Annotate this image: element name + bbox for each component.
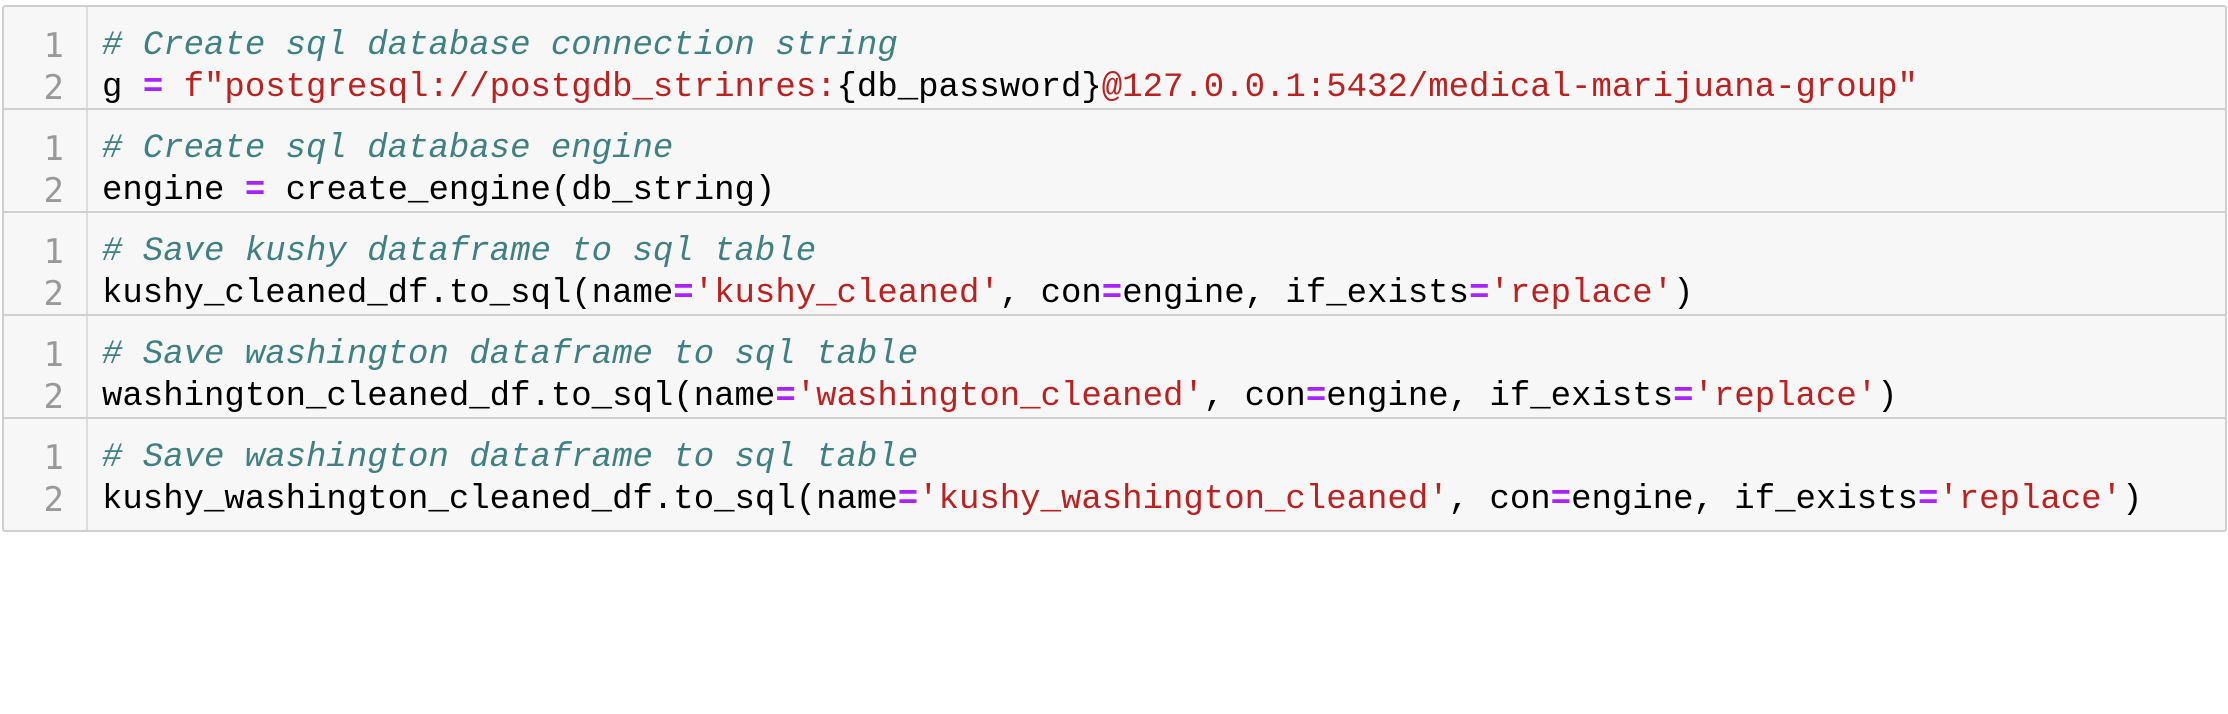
- code-line[interactable]: g = f"postgresql://postgdb_strinres:{db_…: [102, 67, 1918, 109]
- line-number: 1: [43, 26, 64, 66]
- code-line[interactable]: # Save washington dataframe to sql table: [102, 334, 918, 376]
- code-token: engine, if_exists: [1326, 378, 1674, 416]
- string-token: 'kushy_washington_cleaned': [918, 481, 1449, 519]
- line-number: 1: [43, 335, 64, 375]
- comment-token: # Create sql database connection string: [102, 27, 898, 65]
- string-token: @127.0.0.1:5432/medical-marijuana-group": [1101, 69, 1918, 107]
- code-cell[interactable]: 1 2 # Create sql database engine engine = c…: [2, 108, 2227, 223]
- line-number-gutter: 12: [4, 110, 88, 221]
- notebook: 1 2 # Create sql database connection strin…: [0, 0, 2228, 714]
- line-number: 1: [43, 232, 64, 272]
- line-number: 2: [43, 377, 64, 417]
- code-token: create_engine(db_string): [265, 172, 776, 210]
- code-line[interactable]: # Create sql database engine: [102, 128, 673, 170]
- operator-token: =: [897, 481, 919, 519]
- line-number: 2: [43, 68, 64, 108]
- code-token: kushy_washington_cleaned_df.to_sql(name: [102, 481, 898, 519]
- code-token: washington_cleaned_df.to_sql(name: [102, 378, 776, 416]
- operator-token: =: [1550, 481, 1572, 519]
- code-cell[interactable]: 1 2 # Save washington dataframe to sql tab…: [2, 417, 2227, 532]
- code-line[interactable]: washington_cleaned_df.to_sql(name='washi…: [102, 376, 1898, 418]
- code-cell[interactable]: 1 2 # Save kushy dataframe to sql table kus…: [2, 211, 2227, 326]
- comment-token: # Create sql database engine: [102, 130, 674, 168]
- code-cell[interactable]: 1 2 # Save washington dataframe to sql tab…: [2, 314, 2227, 429]
- code-token: , con: [1448, 481, 1551, 519]
- operator-token: =: [244, 172, 266, 210]
- comment-token: # Save washington dataframe to sql table: [102, 336, 919, 374]
- operator-token: =: [775, 378, 796, 416]
- string-token: f"postgresql://postgdb_strinres:: [183, 69, 837, 107]
- operator-token: =: [1917, 481, 1939, 519]
- line-number-gutter: 12: [4, 316, 88, 427]
- comment-token: # Save kushy dataframe to sql table: [102, 233, 817, 271]
- line-number-gutter: 12: [4, 419, 88, 530]
- code-token: , con: [1203, 378, 1306, 416]
- code-token: , con: [999, 275, 1102, 313]
- code-line[interactable]: kushy_washington_cleaned_df.to_sql(name=…: [102, 479, 2142, 521]
- code-cell[interactable]: 1 2 # Create sql database connection strin…: [2, 5, 2227, 120]
- code-token: kushy_cleaned_df.to_sql(name: [102, 275, 674, 313]
- string-token: 'washington_cleaned': [795, 378, 1204, 416]
- string-token: 'kushy_cleaned': [693, 275, 1000, 313]
- line-number-gutter: 12: [4, 7, 88, 118]
- operator-token: =: [1469, 275, 1490, 313]
- line-number: 2: [43, 480, 64, 520]
- interpolation-token: {db_password}: [836, 69, 1102, 107]
- code-line[interactable]: engine = create_engine(db_string): [102, 170, 775, 212]
- comment-token: # Save washington dataframe to sql table: [102, 439, 919, 477]
- operator-token: =: [1305, 378, 1327, 416]
- string-token: 'replace': [1693, 378, 1878, 416]
- code-token: ): [1877, 378, 1898, 416]
- code-line[interactable]: kushy_cleaned_df.to_sql(name='kushy_clea…: [102, 273, 1694, 315]
- code-token: g: [102, 69, 143, 107]
- string-token: 'replace': [1938, 481, 2122, 519]
- code-line[interactable]: # Save kushy dataframe to sql table: [102, 231, 816, 273]
- line-number: 2: [43, 274, 64, 314]
- line-number-gutter: 12: [4, 213, 88, 324]
- line-number: 1: [43, 438, 64, 478]
- code-token: engine: [102, 172, 245, 210]
- code-token: ): [1673, 275, 1694, 313]
- operator-token: =: [1673, 378, 1694, 416]
- code-token: ): [2121, 481, 2143, 519]
- code-line[interactable]: # Create sql database connection string: [102, 25, 898, 67]
- line-number: 1: [43, 129, 64, 169]
- operator-token: =: [1101, 275, 1123, 313]
- operator-token: =: [673, 275, 694, 313]
- code-token: engine, if_exists: [1571, 481, 1918, 519]
- code-token: engine, if_exists: [1122, 275, 1470, 313]
- string-token: 'replace': [1489, 275, 1674, 313]
- line-number: 2: [43, 171, 64, 211]
- code-line[interactable]: # Save washington dataframe to sql table: [102, 437, 918, 479]
- operator-token: =: [142, 69, 164, 107]
